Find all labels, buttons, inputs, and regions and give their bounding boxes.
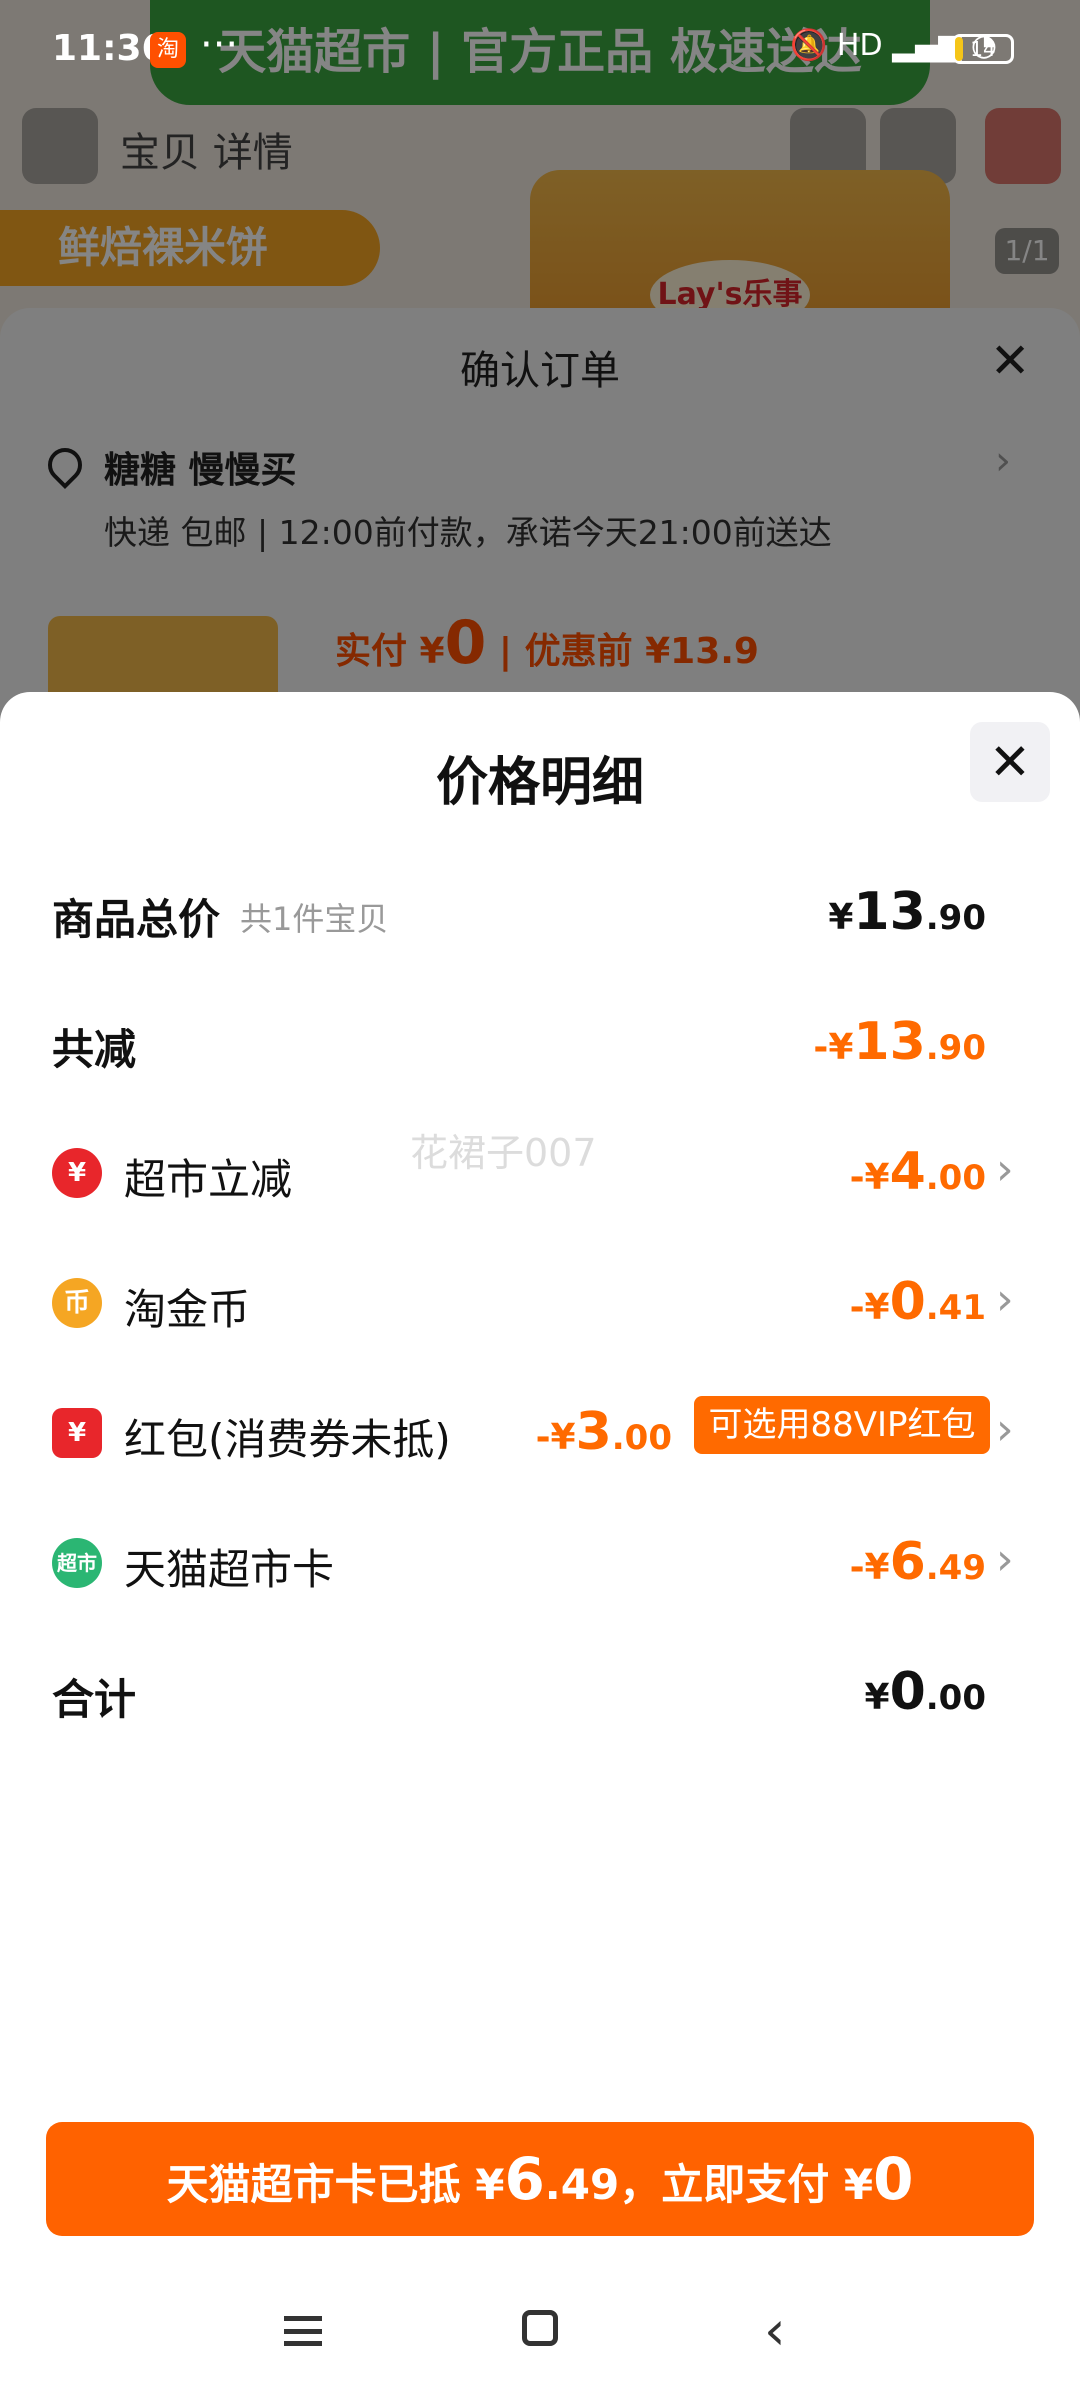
amount-dec: .41 xyxy=(925,1288,986,1328)
system-navigation-bar: ‹ xyxy=(0,2290,1080,2400)
pay-text-2: ，立即支付 ¥ xyxy=(619,2160,874,2209)
amount-int: 6 xyxy=(889,1532,926,1592)
chevron-right-icon[interactable]: › xyxy=(996,1404,1014,1455)
amount-dec: .00 xyxy=(925,1158,986,1198)
row-label: 合计 xyxy=(52,1675,137,1724)
row-amount: -¥4.00 xyxy=(850,1142,986,1202)
pay-now-button[interactable]: 天猫超市卡已抵 ¥6.49，立即支付 ¥0 xyxy=(46,2122,1034,2236)
row-amount: -¥0.41 xyxy=(850,1272,986,1332)
row-amount: -¥13.90 xyxy=(813,1012,986,1072)
chevron-right-icon[interactable]: › xyxy=(996,1274,1014,1325)
row-grand-total: 合计 ¥0.00 xyxy=(0,1652,1080,1732)
red-packet-icon: ¥ xyxy=(52,1408,102,1458)
currency: ¥ xyxy=(864,1677,890,1718)
pay-card-dec: .49 xyxy=(544,2160,620,2209)
more-notifications-icon: ··· xyxy=(200,22,239,68)
pay-amount: 0 xyxy=(873,2145,914,2213)
currency: -¥ xyxy=(813,1027,854,1068)
amount-dec: .00 xyxy=(925,1678,986,1718)
amount-int: 4 xyxy=(889,1142,926,1202)
currency: -¥ xyxy=(849,1287,890,1328)
taobao-notification-icon: 淘 xyxy=(150,32,186,68)
row-supermarket-discount[interactable]: ¥ 超市立减 -¥4.00 › xyxy=(0,1132,1080,1212)
signal-hd-label: HD xyxy=(836,28,883,63)
currency: -¥ xyxy=(535,1417,576,1458)
home-icon[interactable] xyxy=(522,2310,558,2346)
supermarket-discount-icon: ¥ xyxy=(52,1148,102,1198)
sheet-title: 价格明细 xyxy=(435,753,644,813)
pay-text-1: 天猫超市卡已抵 ¥ xyxy=(166,2160,505,2209)
row-label: 超市立减 xyxy=(124,1155,293,1204)
currency: ¥ xyxy=(828,897,854,938)
row-label: 淘金币 xyxy=(124,1285,251,1334)
currency: -¥ xyxy=(849,1547,890,1588)
row-tmall-card[interactable]: 超市 天猫超市卡 -¥6.49 › xyxy=(0,1522,1080,1602)
row-label: 天猫超市卡 xyxy=(124,1545,335,1594)
row-goods-total: 商品总价 共1件宝贝 ¥13.90 xyxy=(0,872,1080,952)
amount-int: 13 xyxy=(853,1012,926,1072)
close-button[interactable]: ✕ xyxy=(970,722,1050,802)
amount-dec: .90 xyxy=(925,1028,986,1068)
row-red-packet[interactable]: ¥ 红包(消费券未抵) -¥3.00 可选用88VIP红包 › xyxy=(0,1392,1080,1472)
chevron-right-icon[interactable]: › xyxy=(996,1534,1014,1585)
item-count: 共1件宝贝 xyxy=(240,900,389,938)
row-amount: ¥0.00 xyxy=(865,1662,986,1722)
gold-coin-icon: 币 xyxy=(52,1278,102,1328)
amount-int: 0 xyxy=(889,1272,926,1332)
pay-card-int: 6 xyxy=(504,2145,545,2213)
status-bar: 11:36 淘 ··· 🔕 HD ▂▄▆ ◔ 14 xyxy=(0,0,1080,100)
menu-icon[interactable] xyxy=(284,2316,322,2346)
amount-int: 0 xyxy=(889,1662,926,1722)
row-total-discount: 共减 -¥13.90 xyxy=(0,1002,1080,1082)
amount-dec: .49 xyxy=(925,1548,986,1588)
amount-int: 13 xyxy=(853,882,926,942)
tmall-card-icon: 超市 xyxy=(52,1538,102,1588)
amount-dec: .00 xyxy=(611,1418,672,1458)
row-label: 商品总价 xyxy=(52,895,221,944)
chevron-right-icon[interactable]: › xyxy=(996,1144,1014,1195)
back-icon[interactable]: ‹ xyxy=(764,2304,786,2358)
currency: -¥ xyxy=(849,1157,890,1198)
row-taojinbi[interactable]: 币 淘金币 -¥0.41 › xyxy=(0,1262,1080,1342)
row-amount: ¥13.90 xyxy=(828,882,986,942)
amount-int: 3 xyxy=(575,1402,612,1462)
row-label: 共减 xyxy=(52,1025,137,1074)
vip-red-packet-badge[interactable]: 可选用88VIP红包 xyxy=(694,1396,990,1454)
row-amount: -¥3.00 xyxy=(536,1402,672,1462)
battery-icon: 14 xyxy=(952,34,1014,64)
row-amount: -¥6.49 xyxy=(850,1532,986,1592)
row-label: 红包(消费券未抵) xyxy=(124,1415,451,1464)
amount-dec: .90 xyxy=(925,898,986,938)
